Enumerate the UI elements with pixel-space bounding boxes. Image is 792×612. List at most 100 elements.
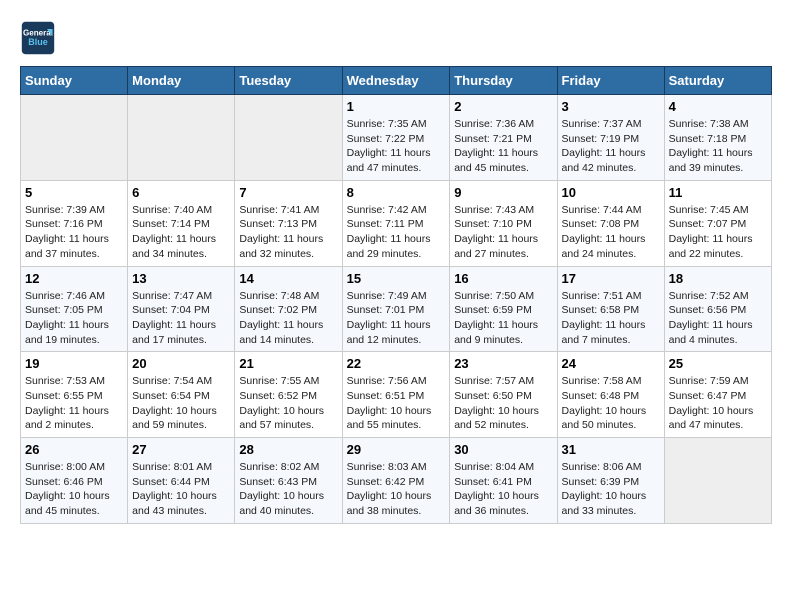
- day-number: 21: [239, 356, 337, 371]
- calendar-cell: 9Sunrise: 7:43 AM Sunset: 7:10 PM Daylig…: [450, 180, 557, 266]
- day-number: 2: [454, 99, 552, 114]
- day-info: Sunrise: 7:54 AM Sunset: 6:54 PM Dayligh…: [132, 374, 230, 433]
- day-info: Sunrise: 7:53 AM Sunset: 6:55 PM Dayligh…: [25, 374, 123, 433]
- calendar-cell: 27 Sunrise: 8:01 AM Sunset: 6:44 PM Dayli…: [128, 438, 235, 524]
- day-info: Sunrise: 7:57 AM Sunset: 6:50 PM Dayligh…: [454, 374, 552, 433]
- day-number: 18: [669, 271, 767, 286]
- day-number: 13: [132, 271, 230, 286]
- weekday-header-saturday: Saturday: [664, 67, 771, 95]
- day-info: Sunrise: 7:42 AM Sunset: 7:11 PM Dayligh…: [347, 203, 446, 262]
- day-info: Sunrise: 8:02 AM Sunset: 6:43 PM Dayligh…: [239, 460, 337, 519]
- calendar-cell: 25 Sunrise: 7:59 AM Sunset: 6:47 PM Dayli…: [664, 352, 771, 438]
- calendar-cell: 29 Sunrise: 8:03 AM Sunset: 6:42 PM Dayli…: [342, 438, 450, 524]
- calendar-week-5: 26 Sunrise: 8:00 AM Sunset: 6:46 PM Dayli…: [21, 438, 772, 524]
- day-info: Sunrise: 8:00 AM Sunset: 6:46 PM Dayligh…: [25, 460, 123, 519]
- day-number: 16: [454, 271, 552, 286]
- day-info: Sunrise: 8:01 AM Sunset: 6:44 PM Dayligh…: [132, 460, 230, 519]
- calendar-cell: 4 Sunrise: 7:38 AM Sunset: 7:18 PM Daylig…: [664, 95, 771, 181]
- day-info: Sunrise: 7:44 AM Sunset: 7:08 PM Dayligh…: [562, 203, 660, 262]
- calendar-cell: 14 Sunrise: 7:48 AM Sunset: 7:02 PM Dayli…: [235, 266, 342, 352]
- calendar-cell: [128, 95, 235, 181]
- day-number: 3: [562, 99, 660, 114]
- day-info: Sunrise: 7:45 AM Sunset: 7:07 PM Dayligh…: [669, 203, 767, 262]
- calendar-cell: 12 Sunrise: 7:46 AM Sunset: 7:05 PM Dayli…: [21, 266, 128, 352]
- weekday-header-row: SundayMondayTuesdayWednesdayThursdayFrid…: [21, 67, 772, 95]
- day-info: Sunrise: 7:38 AM Sunset: 7:18 PM Dayligh…: [669, 117, 767, 176]
- day-number: 11: [669, 185, 767, 200]
- weekday-header-monday: Monday: [128, 67, 235, 95]
- day-number: 6: [132, 185, 230, 200]
- calendar-cell: 21 Sunrise: 7:55 AM Sunset: 6:52 PM Dayli…: [235, 352, 342, 438]
- calendar-week-3: 12 Sunrise: 7:46 AM Sunset: 7:05 PM Dayli…: [21, 266, 772, 352]
- day-info: Sunrise: 7:35 AM Sunset: 7:22 PM Dayligh…: [347, 117, 446, 176]
- day-info: Sunrise: 7:50 AM Sunset: 6:59 PM Dayligh…: [454, 289, 552, 348]
- calendar-cell: 15Sunrise: 7:49 AM Sunset: 7:01 PM Dayli…: [342, 266, 450, 352]
- day-number: 7: [239, 185, 337, 200]
- day-number: 19: [25, 356, 123, 371]
- calendar-cell: 6 Sunrise: 7:40 AM Sunset: 7:14 PM Daylig…: [128, 180, 235, 266]
- day-info: Sunrise: 7:36 AM Sunset: 7:21 PM Dayligh…: [454, 117, 552, 176]
- day-number: 20: [132, 356, 230, 371]
- day-info: Sunrise: 7:52 AM Sunset: 6:56 PM Dayligh…: [669, 289, 767, 348]
- day-info: Sunrise: 7:40 AM Sunset: 7:14 PM Dayligh…: [132, 203, 230, 262]
- weekday-header-tuesday: Tuesday: [235, 67, 342, 95]
- day-number: 31: [562, 442, 660, 457]
- calendar-cell: 17 Sunrise: 7:51 AM Sunset: 6:58 PM Dayli…: [557, 266, 664, 352]
- day-info: Sunrise: 7:46 AM Sunset: 7:05 PM Dayligh…: [25, 289, 123, 348]
- calendar-week-4: 19 Sunrise: 7:53 AM Sunset: 6:55 PM Dayli…: [21, 352, 772, 438]
- day-number: 8: [347, 185, 446, 200]
- day-number: 14: [239, 271, 337, 286]
- day-number: 26: [25, 442, 123, 457]
- calendar-cell: 20 Sunrise: 7:54 AM Sunset: 6:54 PM Dayli…: [128, 352, 235, 438]
- calendar-cell: 22 Sunrise: 7:56 AM Sunset: 6:51 PM Dayli…: [342, 352, 450, 438]
- calendar-cell: 10 Sunrise: 7:44 AM Sunset: 7:08 PM Dayli…: [557, 180, 664, 266]
- calendar-cell: 16 Sunrise: 7:50 AM Sunset: 6:59 PM Dayli…: [450, 266, 557, 352]
- svg-text:Blue: Blue: [28, 37, 48, 47]
- calendar-body: 1 Sunrise: 7:35 AM Sunset: 7:22 PM Daylig…: [21, 95, 772, 524]
- day-number: 5: [25, 185, 123, 200]
- calendar-cell: 19 Sunrise: 7:53 AM Sunset: 6:55 PM Dayli…: [21, 352, 128, 438]
- calendar-cell: [664, 438, 771, 524]
- calendar-cell: 5 Sunrise: 7:39 AM Sunset: 7:16 PM Daylig…: [21, 180, 128, 266]
- day-number: 12: [25, 271, 123, 286]
- day-info: Sunrise: 8:03 AM Sunset: 6:42 PM Dayligh…: [347, 460, 446, 519]
- calendar-cell: 8 Sunrise: 7:42 AM Sunset: 7:11 PM Daylig…: [342, 180, 450, 266]
- day-info: Sunrise: 7:41 AM Sunset: 7:13 PM Dayligh…: [239, 203, 337, 262]
- calendar-cell: 3 Sunrise: 7:37 AM Sunset: 7:19 PM Daylig…: [557, 95, 664, 181]
- day-info: Sunrise: 8:04 AM Sunset: 6:41 PM Dayligh…: [454, 460, 552, 519]
- day-number: 4: [669, 99, 767, 114]
- calendar-cell: 18 Sunrise: 7:52 AM Sunset: 6:56 PM Dayli…: [664, 266, 771, 352]
- day-number: 22: [347, 356, 446, 371]
- day-info: Sunrise: 7:55 AM Sunset: 6:52 PM Dayligh…: [239, 374, 337, 433]
- day-number: 28: [239, 442, 337, 457]
- day-number: 29: [347, 442, 446, 457]
- calendar-week-1: 1 Sunrise: 7:35 AM Sunset: 7:22 PM Daylig…: [21, 95, 772, 181]
- weekday-header-friday: Friday: [557, 67, 664, 95]
- day-number: 30: [454, 442, 552, 457]
- day-info: Sunrise: 8:06 AM Sunset: 6:39 PM Dayligh…: [562, 460, 660, 519]
- day-number: 25: [669, 356, 767, 371]
- day-info: Sunrise: 7:59 AM Sunset: 6:47 PM Dayligh…: [669, 374, 767, 433]
- day-number: 15: [347, 271, 446, 286]
- weekday-header-wednesday: Wednesday: [342, 67, 450, 95]
- day-number: 17: [562, 271, 660, 286]
- day-number: 1: [347, 99, 446, 114]
- day-number: 27: [132, 442, 230, 457]
- day-info: Sunrise: 7:47 AM Sunset: 7:04 PM Dayligh…: [132, 289, 230, 348]
- calendar-cell: 7 Sunrise: 7:41 AM Sunset: 7:13 PM Daylig…: [235, 180, 342, 266]
- day-info: Sunrise: 7:48 AM Sunset: 7:02 PM Dayligh…: [239, 289, 337, 348]
- calendar-cell: 24Sunrise: 7:58 AM Sunset: 6:48 PM Dayli…: [557, 352, 664, 438]
- day-info: Sunrise: 7:51 AM Sunset: 6:58 PM Dayligh…: [562, 289, 660, 348]
- calendar-cell: [21, 95, 128, 181]
- day-info: Sunrise: 7:58 AM Sunset: 6:48 PM Dayligh…: [562, 374, 660, 433]
- page-header: General Blue: [20, 20, 772, 56]
- calendar-cell: 31 Sunrise: 8:06 AM Sunset: 6:39 PM Dayli…: [557, 438, 664, 524]
- weekday-header-sunday: Sunday: [21, 67, 128, 95]
- day-info: Sunrise: 7:43 AM Sunset: 7:10 PM Dayligh…: [454, 203, 552, 262]
- calendar-week-2: 5 Sunrise: 7:39 AM Sunset: 7:16 PM Daylig…: [21, 180, 772, 266]
- day-info: Sunrise: 7:37 AM Sunset: 7:19 PM Dayligh…: [562, 117, 660, 176]
- day-info: Sunrise: 7:56 AM Sunset: 6:51 PM Dayligh…: [347, 374, 446, 433]
- day-info: Sunrise: 7:39 AM Sunset: 7:16 PM Dayligh…: [25, 203, 123, 262]
- day-number: 10: [562, 185, 660, 200]
- calendar-header: SundayMondayTuesdayWednesdayThursdayFrid…: [21, 67, 772, 95]
